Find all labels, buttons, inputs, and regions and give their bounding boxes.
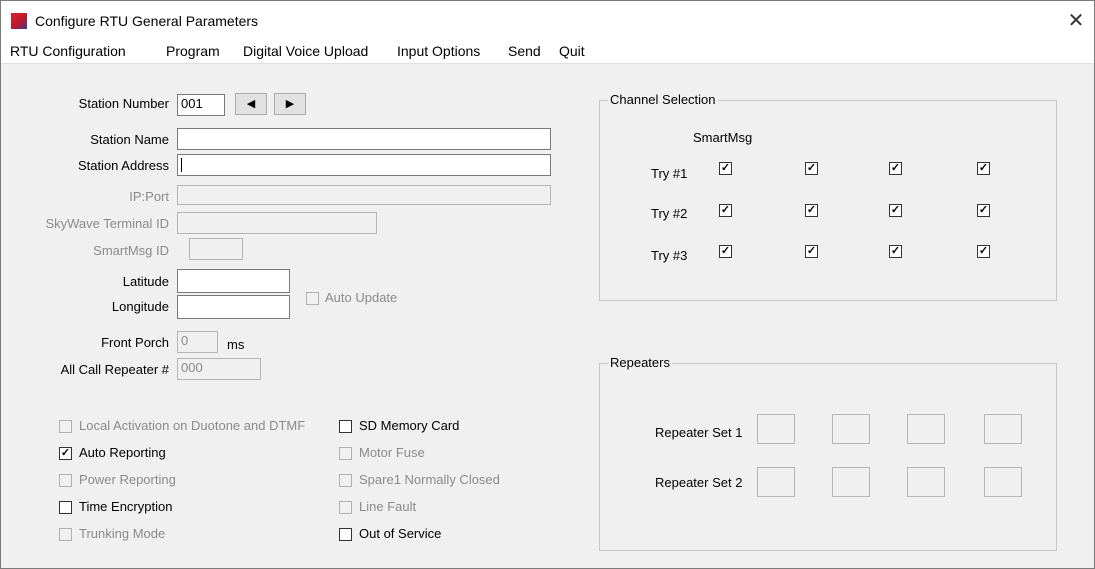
text-cursor (181, 157, 182, 172)
menu-send[interactable]: Send (508, 43, 541, 59)
try-3-channel-2-checkbox[interactable]: ✓ (805, 245, 818, 258)
auto-update-checkbox (306, 292, 319, 305)
front-porch-label: Front Porch (101, 335, 169, 350)
station-name-field[interactable] (177, 128, 551, 150)
configure-rtu-window: Configure RTU General Parameters ✕ RTU C… (0, 0, 1095, 569)
close-icon[interactable]: ✕ (1063, 8, 1089, 34)
station-address-field[interactable] (177, 154, 551, 176)
skywave-terminal-id-label: SkyWave Terminal ID (45, 216, 169, 231)
time-encryption-label: Time Encryption (79, 499, 173, 514)
spare1-normally-closed-label: Spare1 Normally Closed (359, 472, 500, 487)
all-call-repeater-label: All Call Repeater # (60, 362, 169, 377)
repeater-set-2-field-1 (757, 467, 795, 497)
spare1-normally-closed-checkbox (339, 474, 352, 487)
channel-selection-group (599, 100, 1057, 301)
station-number-label: Station Number (78, 96, 169, 111)
try-3-label: Try #3 (651, 248, 688, 263)
app-icon (11, 13, 27, 29)
sd-memory-card-checkbox[interactable] (339, 420, 352, 433)
skywave-terminal-id-field (177, 212, 377, 234)
channel-selection-title: Channel Selection (608, 92, 718, 107)
auto-reporting-checkbox[interactable]: ✓ (59, 447, 72, 460)
repeaters-group (599, 363, 1057, 551)
try-2-channel-3-checkbox[interactable]: ✓ (889, 204, 902, 217)
menu-input-options[interactable]: Input Options (397, 43, 480, 59)
trunking-mode-label: Trunking Mode (79, 526, 166, 541)
all-call-repeater-field: 000 (177, 358, 261, 380)
try-2-channel-4-checkbox[interactable]: ✓ (977, 204, 990, 217)
try-2-channel-2-checkbox[interactable]: ✓ (805, 204, 818, 217)
menu-quit[interactable]: Quit (559, 43, 585, 59)
station-address-label: Station Address (77, 158, 169, 173)
out-of-service-label: Out of Service (359, 526, 442, 541)
previous-station-button[interactable]: ◀ (235, 93, 267, 115)
try-1-label: Try #1 (651, 166, 688, 181)
title-bar: Configure RTU General Parameters ✕ (1, 1, 1094, 39)
repeater-set-1-field-3 (907, 414, 945, 444)
try-2-label: Try #2 (651, 206, 688, 221)
line-fault-label: Line Fault (359, 499, 417, 514)
repeater-set-2-field-2 (832, 467, 870, 497)
window-title: Configure RTU General Parameters (35, 13, 259, 29)
repeater-set-1-field-2 (832, 414, 870, 444)
power-reporting-checkbox (59, 474, 72, 487)
menu-digital-voice-upload[interactable]: Digital Voice Upload (243, 43, 368, 59)
repeater-set-1-field-4 (984, 414, 1022, 444)
menu-rtu-configuration[interactable]: RTU Configuration (10, 43, 126, 59)
motor-fuse-checkbox (339, 447, 352, 460)
line-fault-checkbox (339, 501, 352, 514)
front-porch-field: 0 (177, 331, 218, 353)
auto-reporting-label: Auto Reporting (79, 445, 166, 460)
smartmsg-id-label: SmartMsg ID (93, 243, 169, 258)
try-1-channel-2-checkbox[interactable]: ✓ (805, 162, 818, 175)
sd-memory-card-label: SD Memory Card (359, 418, 460, 433)
power-reporting-label: Power Reporting (79, 472, 176, 487)
next-station-button[interactable]: ▶ (274, 93, 306, 115)
front-porch-unit: ms (227, 337, 245, 352)
motor-fuse-label: Motor Fuse (359, 445, 425, 460)
try-3-channel-1-checkbox[interactable]: ✓ (719, 245, 732, 258)
try-1-channel-3-checkbox[interactable]: ✓ (889, 162, 902, 175)
repeater-set-2-field-3 (907, 467, 945, 497)
try-2-channel-1-checkbox[interactable]: ✓ (719, 204, 732, 217)
smartmsg-column-header: SmartMsg (693, 130, 753, 145)
out-of-service-checkbox[interactable] (339, 528, 352, 541)
try-3-channel-4-checkbox[interactable]: ✓ (977, 245, 990, 258)
smartmsg-id-field (189, 238, 243, 260)
latitude-label: Latitude (122, 274, 169, 289)
local-activation-label: Local Activation on Duotone and DTMF (79, 418, 306, 433)
menu-program[interactable]: Program (166, 43, 220, 59)
auto-update-label: Auto Update (325, 290, 398, 305)
menu-bar: RTU Configuration Program Digital Voice … (1, 39, 1094, 64)
longitude-field[interactable] (177, 295, 290, 319)
try-1-channel-4-checkbox[interactable]: ✓ (977, 162, 990, 175)
longitude-label: Longitude (111, 299, 169, 314)
trunking-mode-checkbox (59, 528, 72, 541)
time-encryption-checkbox[interactable] (59, 501, 72, 514)
repeater-set-2-label: Repeater Set 2 (655, 475, 743, 490)
repeater-set-1-field-1 (757, 414, 795, 444)
try-1-channel-1-checkbox[interactable]: ✓ (719, 162, 732, 175)
repeater-set-2-field-4 (984, 467, 1022, 497)
repeater-set-1-label: Repeater Set 1 (655, 425, 743, 440)
latitude-field[interactable] (177, 269, 290, 293)
triangle-left-icon: ◀ (246, 98, 256, 110)
station-name-label: Station Name (90, 132, 169, 147)
repeaters-title: Repeaters (608, 355, 672, 370)
triangle-right-icon: ▶ (285, 98, 295, 110)
try-3-channel-3-checkbox[interactable]: ✓ (889, 245, 902, 258)
ip-port-field (177, 185, 551, 205)
station-number-field[interactable]: 001 (177, 94, 225, 116)
local-activation-checkbox (59, 420, 72, 433)
ip-port-label: IP:Port (129, 189, 169, 204)
